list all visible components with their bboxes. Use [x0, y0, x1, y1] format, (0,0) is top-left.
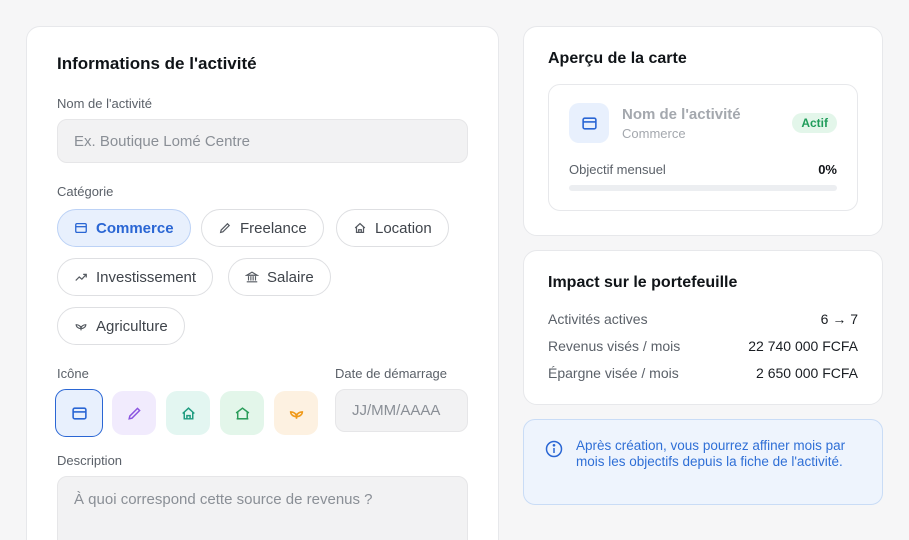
form-title: Informations de l'activité [57, 54, 257, 73]
window-icon [75, 222, 87, 234]
category-chip-label: Salaire [267, 268, 314, 286]
impact-row-value: 22 740 000 FCFA [748, 338, 858, 354]
sprout-icon [75, 324, 87, 331]
wallet-impact-card: Impact sur le portefeuille Activités act… [523, 250, 883, 405]
impact-row-value: 6 → 7 [820, 311, 858, 327]
monthly-goal-value: 0% [818, 162, 837, 177]
sprout-icon [289, 410, 303, 419]
impact-row-label: Épargne visée / mois [548, 365, 679, 381]
category-chip-label: Location [375, 219, 432, 237]
activity-name-placeholder: Ex. Boutique Lomé Centre [74, 132, 250, 150]
card-preview: Aperçu de la carte Nom de l'activité Com… [523, 26, 883, 236]
preview-icon-box [569, 103, 609, 143]
category-chip-label: Investissement [96, 268, 197, 286]
house-icon [181, 406, 195, 420]
icon-option-pencil[interactable] [112, 391, 156, 435]
info-notice: Après création, vous pourrez affiner moi… [523, 419, 883, 505]
category-chip-label: Freelance [240, 219, 307, 237]
status-badge: Actif [792, 113, 837, 133]
icon-label: Icône [57, 366, 89, 381]
category-chip-location[interactable]: Location [336, 209, 449, 247]
monthly-goal-progress [569, 185, 837, 191]
impact-row: Épargne visée / mois 2 650 000 FCFA [548, 365, 858, 381]
bank-icon [245, 271, 259, 283]
category-chip-commerce[interactable]: Commerce [57, 209, 191, 247]
info-text: Après création, vous pourrez affiner moi… [576, 438, 846, 469]
impact-row-label: Revenus visés / mois [548, 338, 681, 354]
preview-title: Aperçu de la carte [548, 50, 687, 67]
category-chip-agriculture[interactable]: Agriculture [57, 307, 185, 345]
icon-option-house[interactable] [166, 391, 210, 435]
description-placeholder: À quoi correspond cette source de revenu… [74, 491, 373, 508]
preview-activity-name: Nom de l'activité [622, 106, 741, 123]
icon-option-home-outline[interactable] [220, 391, 264, 435]
house-icon [354, 222, 366, 233]
activity-form-card: Informations de l'activité Nom de l'acti… [26, 26, 499, 540]
impact-row: Revenus visés / mois 22 740 000 FCFA [548, 338, 858, 354]
category-chip-freelance[interactable]: Freelance [201, 209, 324, 247]
impact-row: Activités actives 6 → 7 [548, 311, 858, 327]
category-label: Catégorie [57, 184, 114, 199]
activity-name-input[interactable]: Ex. Boutique Lomé Centre [57, 119, 468, 163]
trend-up-icon [75, 273, 87, 281]
category-chip-investissement[interactable]: Investissement [57, 258, 214, 296]
category-chip-label: Commerce [96, 219, 174, 237]
impact-row-value: 2 650 000 FCFA [756, 365, 858, 381]
icon-option-sprout[interactable] [274, 391, 318, 435]
info-icon [545, 440, 563, 458]
preview-activity-card: Nom de l'activité Commerce Actif Objecti… [548, 84, 858, 211]
start-date-placeholder: JJ/MM/AAAA [352, 402, 441, 419]
name-label: Nom de l'activité [57, 96, 152, 111]
home-outline-icon [235, 406, 249, 420]
category-chip-salaire[interactable]: Salaire [228, 258, 331, 296]
description-textarea[interactable]: À quoi correspond cette source de revenu… [57, 476, 468, 540]
window-icon [71, 406, 87, 420]
start-date-input[interactable]: JJ/MM/AAAA [335, 389, 468, 432]
impact-row-label: Activités actives [548, 311, 648, 327]
icon-option-window[interactable] [55, 389, 103, 437]
description-label: Description [57, 453, 123, 468]
pencil-icon [219, 222, 231, 234]
monthly-goal-label: Objectif mensuel [569, 162, 666, 177]
pencil-icon [127, 406, 141, 420]
date-label: Date de démarrage [335, 366, 448, 381]
preview-activity-category: Commerce [622, 126, 686, 141]
impact-title: Impact sur le portefeuille [548, 274, 738, 291]
window-icon [581, 116, 597, 130]
category-chip-label: Agriculture [96, 317, 168, 335]
